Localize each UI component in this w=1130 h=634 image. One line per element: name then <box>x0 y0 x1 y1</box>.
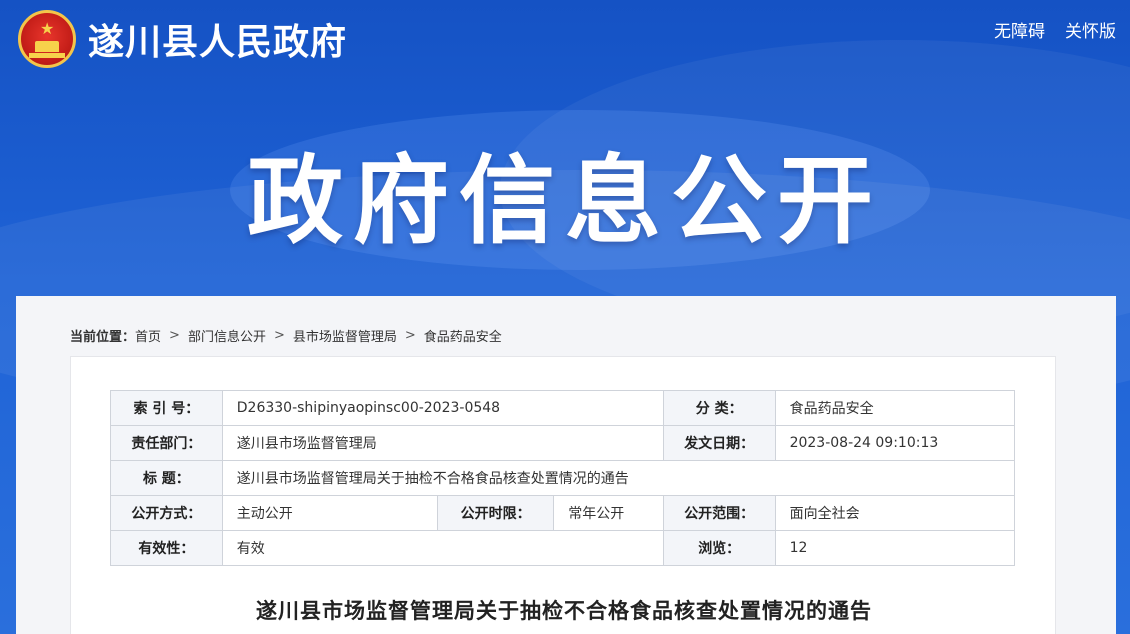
breadcrumb-separator: > <box>273 328 285 343</box>
emblem-base <box>29 53 65 58</box>
page-heading: 政府信息公开 <box>247 145 883 257</box>
validity-key: 有效性： <box>110 530 223 566</box>
table-row: 标 题： 遂川县市场监督管理局关于抽检不合格食品核查处置情况的通告 <box>110 460 1016 496</box>
breadcrumb-dept-info[interactable]: 部门信息公开 <box>188 326 266 345</box>
category-value: 食品药品安全 <box>774 390 1016 426</box>
metadata-table: 索 引 号： D26330-shipinyaopinsc00-2023-0548… <box>110 390 1016 566</box>
views-value: 12 <box>774 530 1016 566</box>
method-key: 公开方式： <box>110 495 223 531</box>
date-key: 发文日期： <box>662 425 776 461</box>
breadcrumb: 当前位置： 首页 > 部门信息公开 > 县市场监督管理局 > 食品药品安全 <box>70 326 502 345</box>
scope-value: 面向全社会 <box>774 495 1016 531</box>
national-emblem-icon: ★ <box>18 10 76 68</box>
site-logo[interactable]: ★ 遂川县人民政府 <box>18 10 347 68</box>
breadcrumb-separator: > <box>169 328 180 343</box>
breadcrumb-home[interactable]: 首页 <box>135 326 161 345</box>
index-value: D26330-shipinyaopinsc00-2023-0548 <box>221 390 664 426</box>
title-key: 标 题： <box>110 460 223 496</box>
table-row: 责任部门： 遂川县市场监督管理局 发文日期： 2023-08-24 09:10:… <box>110 425 1016 461</box>
document-title: 遂川县市场监督管理局关于抽检不合格食品核查处置情况的通告 <box>256 598 872 623</box>
method-value: 主动公开 <box>221 495 438 531</box>
top-links: 无障碍 关怀版 <box>994 17 1116 42</box>
site-title: 遂川县人民政府 <box>88 22 348 63</box>
breadcrumb-food-drug[interactable]: 食品药品安全 <box>424 326 502 345</box>
views-key: 浏览： <box>662 530 776 566</box>
emblem-tower <box>35 41 59 52</box>
table-row: 公开方式： 主动公开 公开时限： 常年公开 公开范围： 面向全社会 <box>110 495 1016 531</box>
document-card: 索 引 号： D26330-shipinyaopinsc00-2023-0548… <box>70 356 1056 634</box>
validity-value: 有效 <box>221 530 664 566</box>
category-key: 分 类： <box>662 390 776 426</box>
breadcrumb-label: 当前位置： <box>70 330 136 345</box>
title-value: 遂川县市场监督管理局关于抽检不合格食品核查处置情况的通告 <box>221 460 1016 496</box>
accessibility-link[interactable]: 无障碍 <box>994 17 1045 42</box>
table-row: 有效性： 有效 浏览： 12 <box>110 530 1016 566</box>
scope-key: 公开范围： <box>662 495 776 531</box>
index-key: 索 引 号： <box>110 390 223 426</box>
date-value: 2023-08-24 09:10:13 <box>774 425 1016 461</box>
dept-value: 遂川县市场监督管理局 <box>221 425 664 461</box>
period-key: 公开时限： <box>436 495 555 531</box>
breadcrumb-market-bureau[interactable]: 县市场监督管理局 <box>293 326 397 345</box>
table-row: 索 引 号： D26330-shipinyaopinsc00-2023-0548… <box>110 390 1016 426</box>
breadcrumb-separator: > <box>404 328 416 343</box>
content-panel: 当前位置： 首页 > 部门信息公开 > 县市场监督管理局 > 食品药品安全 索 … <box>16 296 1116 634</box>
dept-key: 责任部门： <box>110 425 223 461</box>
emblem-star: ★ <box>40 19 55 38</box>
period-value: 常年公开 <box>553 495 664 531</box>
care-version-link[interactable]: 关怀版 <box>1065 17 1116 42</box>
